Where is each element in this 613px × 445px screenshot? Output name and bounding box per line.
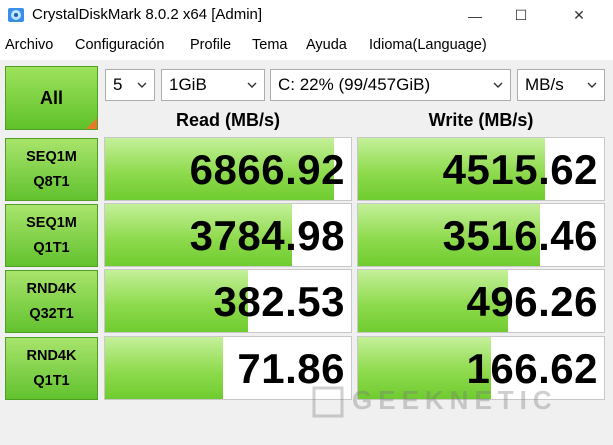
menu-bar: Archivo Configuración Profile Tema Ayuda… [0, 34, 613, 58]
test-name: SEQ1M [26, 148, 77, 165]
chevron-down-icon [587, 82, 597, 88]
title-bar: CrystalDiskMark 8.0.2 x64 [Admin] — ☐ ✕ [0, 0, 613, 31]
close-button[interactable]: ✕ [545, 0, 613, 31]
menu-idioma[interactable]: Idioma(Language) [369, 37, 487, 53]
chevron-down-icon [137, 82, 147, 88]
test-params: Q1T1 [33, 239, 70, 256]
all-button-label: All [39, 87, 63, 108]
corner-indicator [86, 118, 97, 129]
test-name: RND4K [26, 280, 77, 297]
count-select[interactable]: 5 [105, 69, 155, 101]
write-value: 496.26 [466, 278, 598, 325]
read-column-header: Read (MB/s) [175, 110, 280, 130]
drive-select[interactable]: C: 22% (99/457GiB) [270, 69, 511, 101]
unit-select[interactable]: MB/s [517, 69, 605, 101]
read-value: 382.53 [213, 278, 345, 325]
unit-value: MB/s [525, 75, 564, 94]
write-result-cell: 496.26 [357, 269, 605, 333]
read-bar [105, 337, 224, 399]
test-params: Q1T1 [33, 372, 70, 389]
size-select[interactable]: 1GiB [161, 69, 265, 101]
window-title: CrystalDiskMark 8.0.2 x64 [Admin] [32, 6, 263, 23]
geeknetic-logo-icon [312, 386, 344, 418]
watermark-text: GEEKNETIC [352, 385, 558, 415]
menu-profile[interactable]: Profile [190, 37, 231, 53]
crystaldiskmark-app-icon [8, 8, 24, 22]
test-button-rnd4k-q1t1[interactable]: RND4K Q1T1 [5, 337, 98, 400]
read-value: 6866.92 [189, 146, 345, 193]
test-params: Q8T1 [33, 173, 70, 190]
read-result-cell: 3784.98 [104, 203, 352, 267]
write-result-cell: 3516.46 [357, 203, 605, 267]
maximize-icon: ☐ [514, 7, 528, 23]
write-value: 4515.62 [442, 146, 598, 193]
size-value: 1GiB [169, 75, 207, 94]
chevron-down-icon [493, 82, 503, 88]
test-button-seq1m-q8t1[interactable]: SEQ1M Q8T1 [5, 138, 98, 201]
minimize-icon: — [468, 7, 482, 24]
test-name: RND4K [26, 347, 77, 364]
chevron-down-icon [247, 82, 257, 88]
read-value: 3784.98 [189, 212, 345, 259]
read-result-cell: 6866.92 [104, 137, 352, 201]
test-button-rnd4k-q32t1[interactable]: RND4K Q32T1 [5, 270, 98, 333]
menu-archivo[interactable]: Archivo [5, 37, 53, 53]
menu-ayuda[interactable]: Ayuda [306, 37, 347, 53]
count-value: 5 [113, 75, 123, 94]
write-column-header: Write (MB/s) [428, 110, 534, 130]
minimize-button[interactable]: — [452, 0, 498, 31]
test-name: SEQ1M [26, 214, 77, 231]
write-value: 3516.46 [442, 212, 598, 259]
test-button-seq1m-q1t1[interactable]: SEQ1M Q1T1 [5, 204, 98, 267]
all-button[interactable]: All [5, 66, 98, 130]
menu-configuracion[interactable]: Configuración [75, 37, 164, 53]
menu-tema[interactable]: Tema [252, 37, 287, 53]
maximize-button[interactable]: ☐ [498, 0, 544, 31]
close-icon: ✕ [573, 7, 585, 23]
write-result-cell: 4515.62 [357, 137, 605, 201]
test-params: Q32T1 [29, 305, 74, 322]
read-result-cell: 382.53 [104, 269, 352, 333]
drive-value: C: 22% (99/457GiB) [278, 75, 431, 94]
